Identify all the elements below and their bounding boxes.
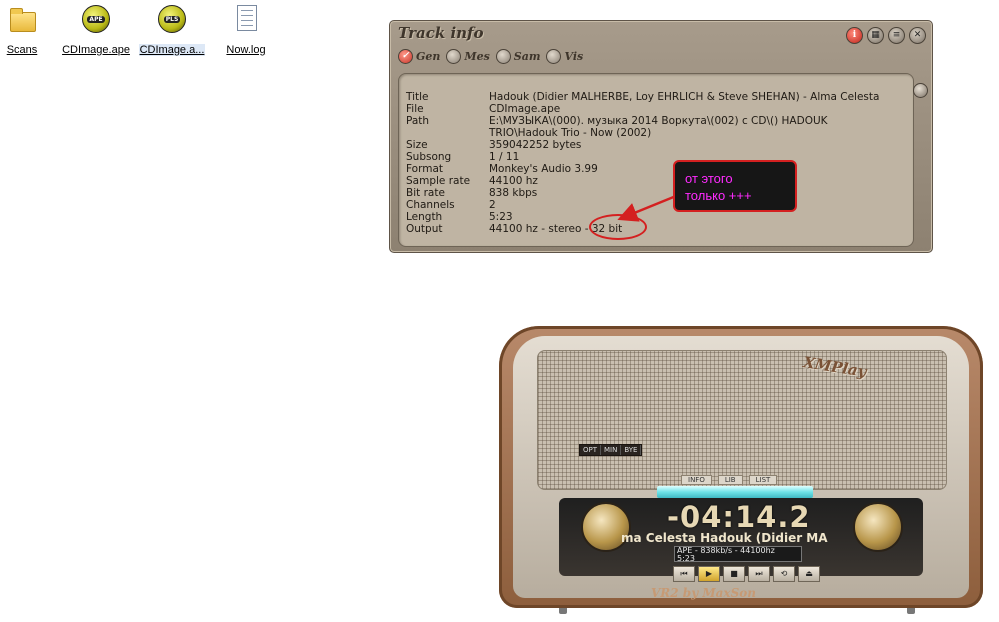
transport-controls: ⏮ ▶ ■ ⏭ ⟲ ⏏	[673, 566, 820, 582]
bye-button[interactable]: BYE	[621, 445, 642, 455]
player-tabs: INFO LIB LIST	[681, 475, 778, 485]
status-line: APE - 838kb/s - 44100hz	[677, 546, 775, 555]
speaker-grille	[537, 350, 947, 490]
eject-icon[interactable]: ⏏	[798, 566, 820, 582]
tab-info[interactable]: INFO	[681, 475, 712, 485]
annotation-line: только +++	[685, 188, 752, 203]
level-bar	[657, 486, 813, 498]
annotation-line: от этого	[685, 171, 733, 186]
track-marquee: ma Celesta Hadouk (Didier MA	[621, 531, 828, 545]
status-line: 5:23	[677, 554, 695, 563]
player-window: XMPlay OPT MIN BYE INFO LIB LIST -04:14.…	[499, 318, 983, 614]
next-icon[interactable]: ⏭	[748, 566, 770, 582]
opt-button[interactable]: OPT	[580, 445, 602, 455]
window-buttons: OPT MIN BYE	[579, 444, 643, 456]
skin-credit: VR2 by MaxSon	[651, 586, 756, 600]
min-button[interactable]: MIN	[601, 445, 622, 455]
cabinet-foot	[559, 608, 567, 614]
tab-list[interactable]: LIST	[748, 475, 778, 485]
repeat-icon[interactable]: ⟲	[773, 566, 795, 582]
previous-icon[interactable]: ⏮	[673, 566, 695, 582]
tab-lib[interactable]: LIB	[717, 475, 743, 485]
stop-icon[interactable]: ■	[723, 566, 745, 582]
annotation-note: от этого только +++	[673, 160, 797, 212]
status-display: APE - 838kb/s - 44100hz 5:23	[674, 546, 802, 563]
cabinet-foot	[907, 608, 915, 614]
time-display: -04:14.2	[667, 500, 811, 534]
tuning-knob-icon[interactable]	[853, 502, 903, 552]
play-icon[interactable]: ▶	[698, 566, 720, 582]
